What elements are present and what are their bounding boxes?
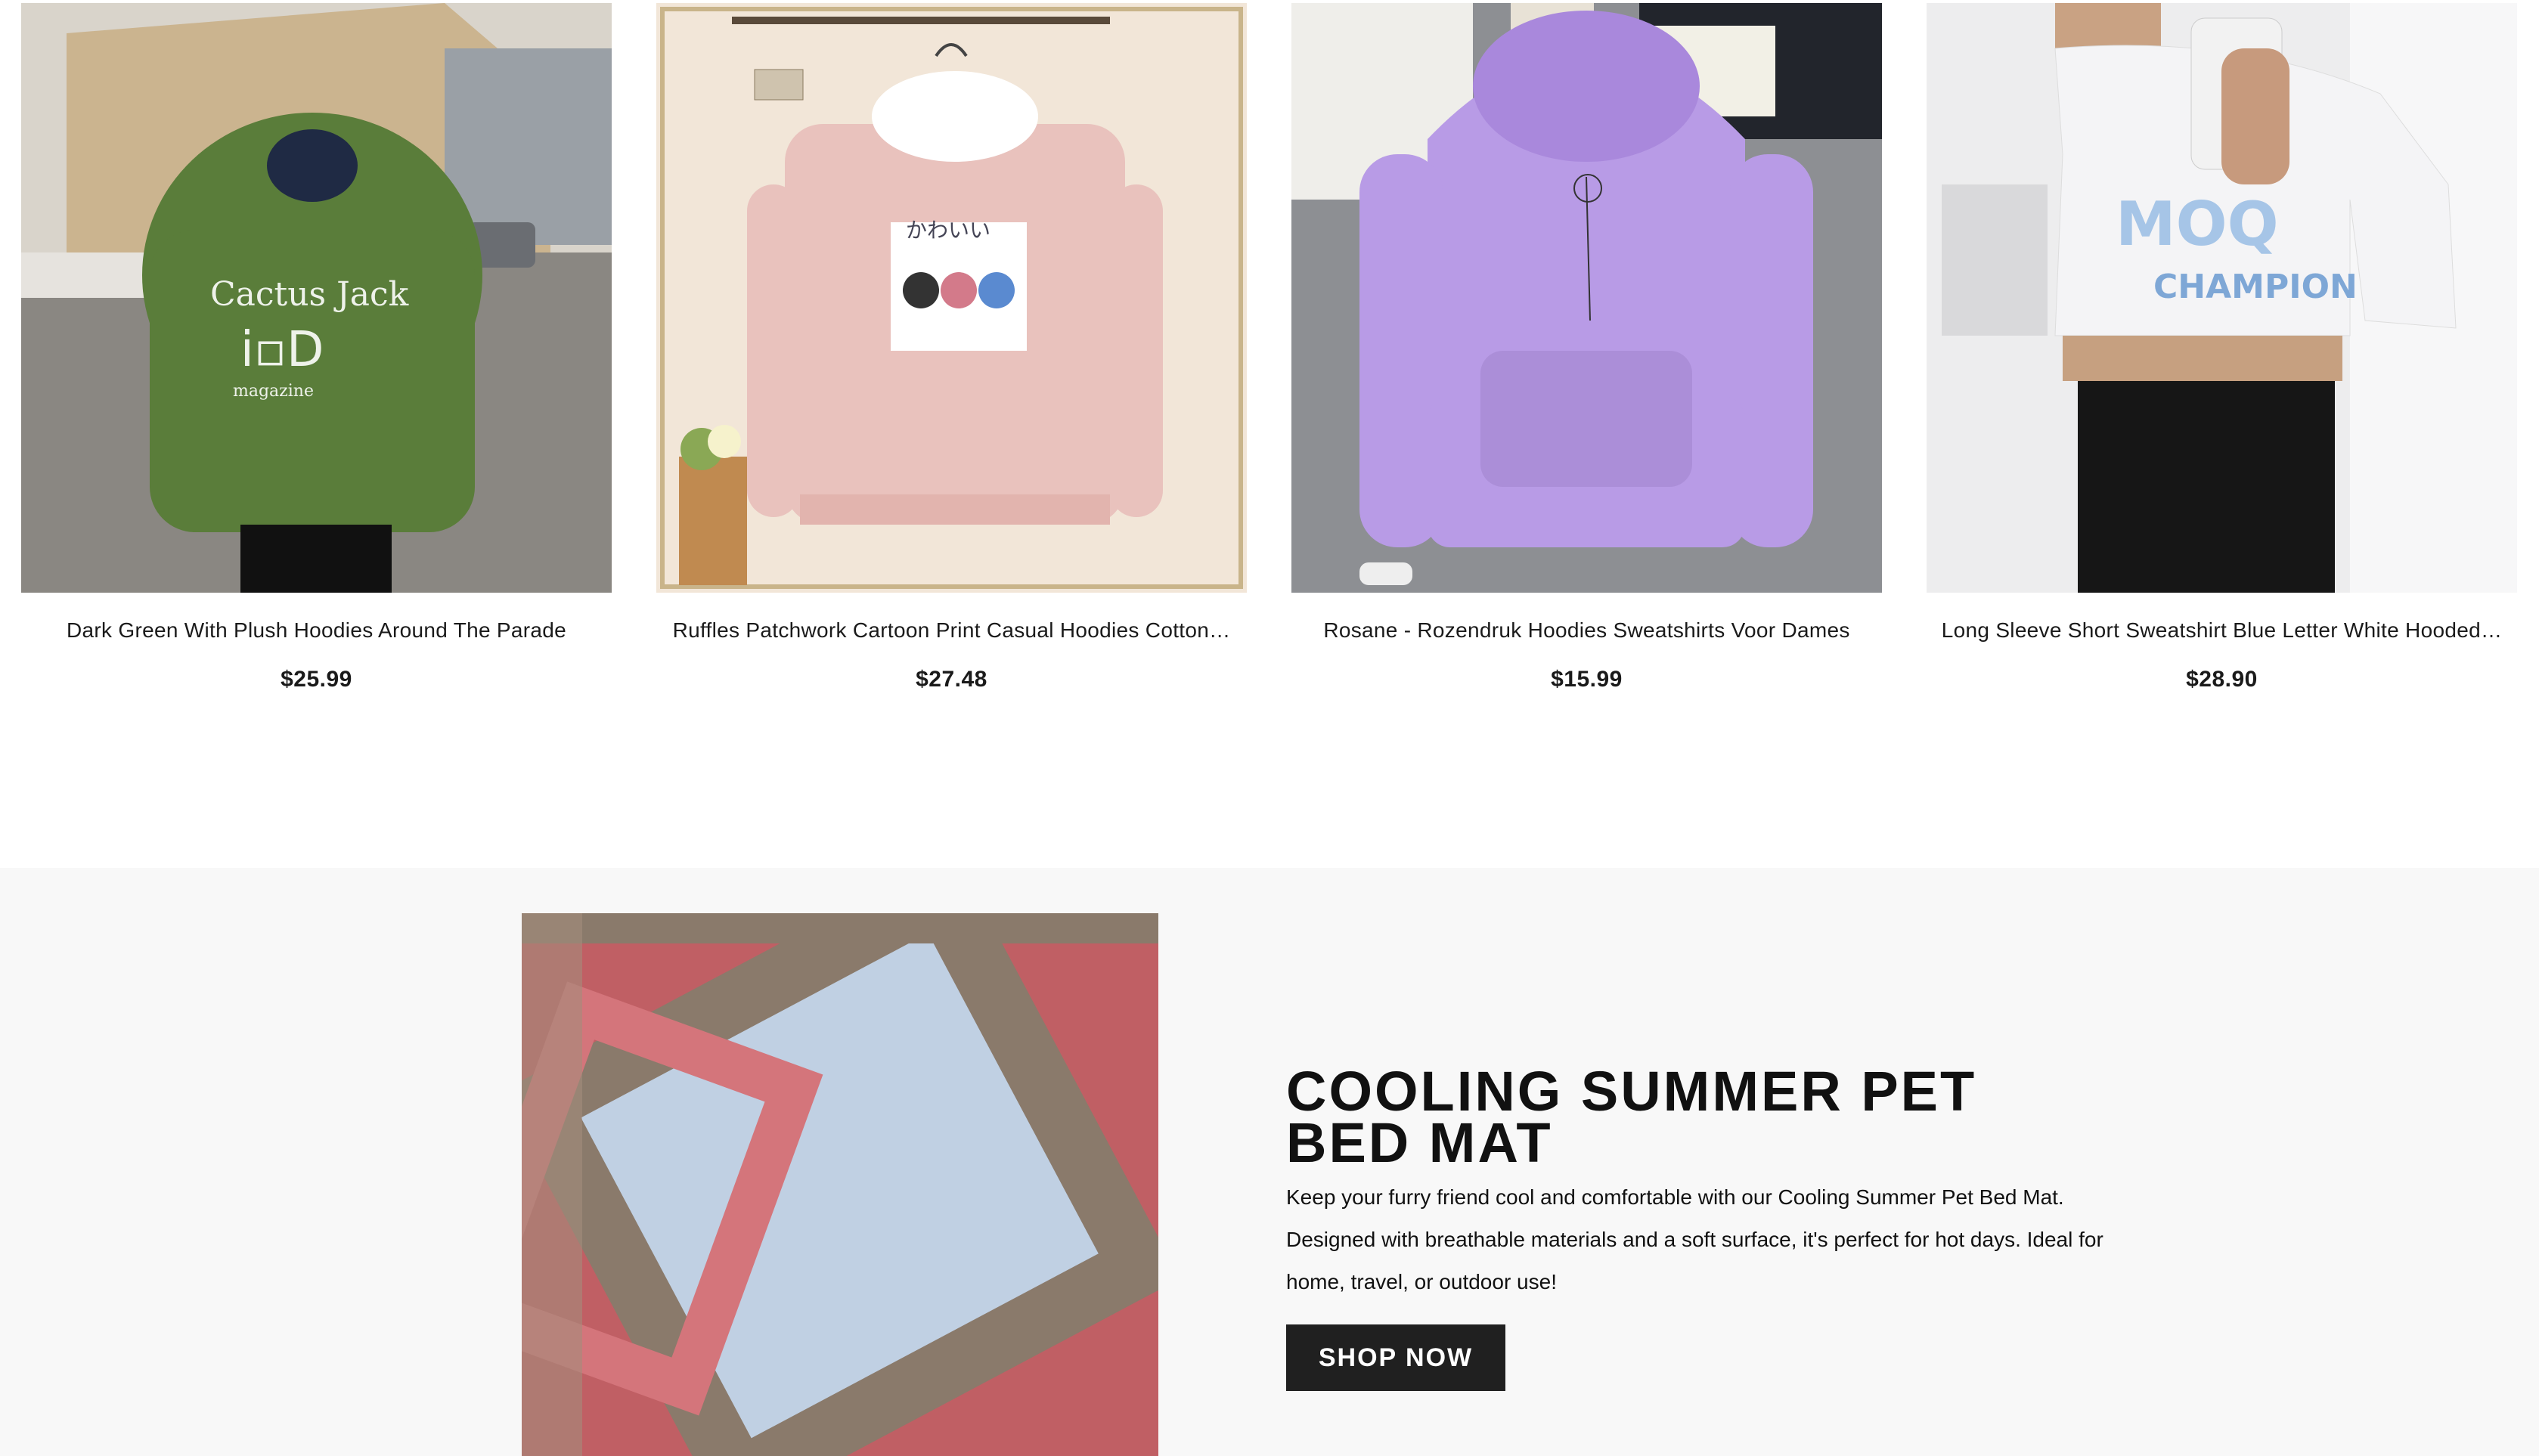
- product-card[interactable]: MOQ CHAMPION Long Sleeve Short Sweatshir…: [1927, 3, 2517, 692]
- product-price: $15.99: [1551, 667, 1623, 692]
- promo-description: Keep your furry friend cool and comforta…: [1286, 1185, 2103, 1293]
- product-card[interactable]: Rosane - Rozendruk Hoodies Sweatshirts V…: [1291, 3, 1882, 692]
- product-image[interactable]: Cactus Jack i▫D magazine: [21, 3, 612, 593]
- product-title[interactable]: Long Sleeve Short Sweatshirt Blue Letter…: [1927, 618, 2517, 643]
- product-title[interactable]: Dark Green With Plush Hoodies Around The…: [21, 618, 612, 643]
- svg-text:MOQ: MOQ: [2116, 189, 2279, 259]
- hoodie-print-text: CHAMPION: [2153, 268, 2358, 306]
- promo-image: [522, 913, 1158, 1456]
- product-image[interactable]: [1291, 3, 1882, 593]
- svg-text:i▫D: i▫D: [240, 322, 324, 378]
- shop-now-button[interactable]: SHOP NOW: [1286, 1324, 1505, 1391]
- svg-text:magazine: magazine: [233, 382, 314, 401]
- promo-banner: COOLING SUMMER PET BED MAT Keep your fur…: [0, 868, 2539, 1456]
- product-image[interactable]: かわいい: [656, 3, 1247, 593]
- product-card[interactable]: Cactus Jack i▫D magazine Dark Green With…: [21, 3, 612, 692]
- product-price: $28.90: [2186, 667, 2258, 692]
- product-card[interactable]: かわいい Ruffles Patchwork Cartoon Print Cas…: [656, 3, 1247, 692]
- product-price: $27.48: [916, 667, 987, 692]
- product-price: $25.99: [281, 667, 352, 692]
- product-image[interactable]: MOQ CHAMPION: [1927, 3, 2517, 593]
- hoodie-print-text: Cactus Jack: [210, 275, 409, 314]
- product-grid: Cactus Jack i▫D magazine Dark Green With…: [21, 0, 2518, 756]
- hoodie-print-text: かわいい: [906, 218, 990, 243]
- product-title[interactable]: Rosane - Rozendruk Hoodies Sweatshirts V…: [1291, 618, 1882, 643]
- product-title[interactable]: Ruffles Patchwork Cartoon Print Casual H…: [656, 618, 1247, 643]
- promo-heading: COOLING SUMMER PET BED MAT: [1286, 1060, 1977, 1174]
